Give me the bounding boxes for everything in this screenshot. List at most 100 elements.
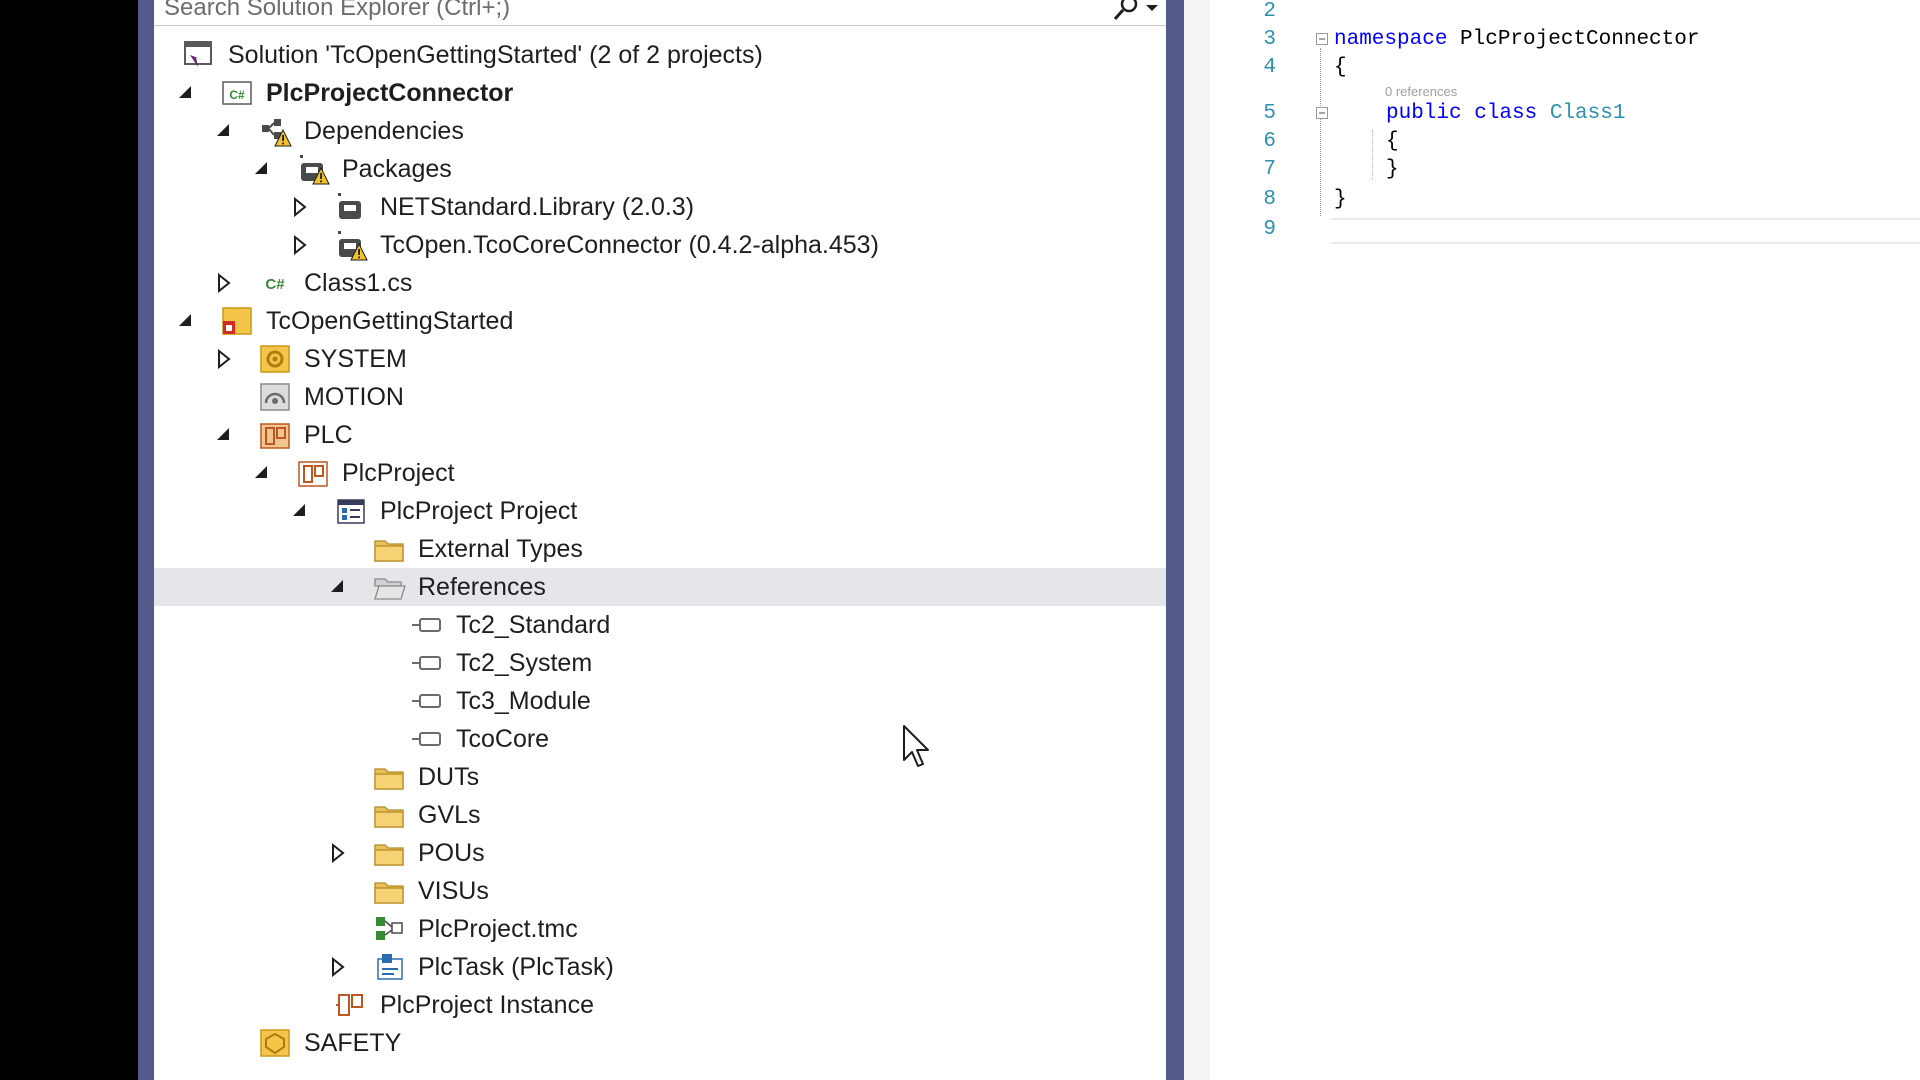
chevron-down-icon[interactable] xyxy=(1142,0,1162,20)
tree-item-duts[interactable]: DUTs xyxy=(154,758,1166,796)
line-number: 3 xyxy=(1263,28,1276,51)
tree-item-plc-project-tmc[interactable]: PlcProject.tmc xyxy=(154,910,1166,948)
folder-icon xyxy=(374,540,404,562)
tree-item-solution[interactable]: Solution 'TcOpenGettingStarted' (2 of 2 … xyxy=(154,36,1166,74)
tree-item-label: TcOpenGettingStarted xyxy=(266,307,514,335)
code-text: { xyxy=(1386,130,1399,153)
tree-item-visus[interactable]: VISUs xyxy=(154,872,1166,910)
library-reference-icon xyxy=(411,656,441,670)
code-text: } xyxy=(1334,188,1347,211)
svg-text:C#: C# xyxy=(229,88,245,102)
mouse-pointer-icon xyxy=(903,725,929,767)
line-number: 2 xyxy=(1263,0,1276,23)
code-keyword: public class xyxy=(1386,102,1538,125)
collapsed-arrow-icon[interactable] xyxy=(290,235,310,255)
tree-item-label: Tc3_Module xyxy=(456,687,591,715)
folder-icon xyxy=(374,768,404,790)
tree-item-plc[interactable]: PLC xyxy=(154,416,1166,454)
collapsed-arrow-icon[interactable] xyxy=(328,843,348,863)
tree-item-motion[interactable]: MOTION xyxy=(154,378,1166,416)
tree-item-pous[interactable]: POUs xyxy=(154,834,1166,872)
expanded-arrow-icon[interactable] xyxy=(328,577,348,597)
plc-task-icon xyxy=(377,954,403,980)
tree-item-plc-project[interactable]: PlcProject xyxy=(154,454,1166,492)
collapsed-arrow-icon[interactable] xyxy=(214,273,234,293)
tree-item-label: NETStandard.Library (2.0.3) xyxy=(380,193,695,221)
tree-item-plc-task[interactable]: PlcTask (PlcTask) xyxy=(154,948,1166,986)
code-line: 7 } xyxy=(1210,156,1920,184)
editor-margin xyxy=(1184,0,1210,1080)
tree-item-netstandard-library[interactable]: NETStandard.Library (2.0.3) xyxy=(154,188,1166,226)
line-number: 7 xyxy=(1263,158,1276,181)
tree-item-external-types[interactable]: External Types xyxy=(154,530,1166,568)
codelens-references[interactable]: 0 references xyxy=(1385,84,1457,99)
expanded-arrow-icon[interactable] xyxy=(252,159,272,179)
expanded-arrow-icon[interactable] xyxy=(252,463,272,483)
tree-item-label: Class1.cs xyxy=(304,269,413,297)
collapsed-arrow-icon[interactable] xyxy=(328,957,348,977)
library-reference-icon xyxy=(411,694,441,708)
tree-item-label: PLC xyxy=(304,421,353,449)
expanded-arrow-icon[interactable] xyxy=(290,501,310,521)
tree-item-packages[interactable]: Packages xyxy=(154,150,1166,188)
tree-item-safety[interactable]: SAFETY xyxy=(154,1024,1166,1062)
tree-item-label: GVLs xyxy=(418,801,481,829)
tree-item-plc-project-instance[interactable]: PlcProject Instance xyxy=(154,986,1166,1024)
plc-instance-icon xyxy=(336,994,363,1016)
collapsed-arrow-icon[interactable] xyxy=(290,197,310,217)
svg-text:C#: C# xyxy=(265,276,285,293)
tree-item-tcocore[interactable]: TcoCore xyxy=(154,720,1166,758)
tree-item-tc3-module[interactable]: Tc3_Module xyxy=(154,682,1166,720)
packages-warning-icon xyxy=(300,155,330,185)
code-line: 2 xyxy=(1210,0,1920,26)
code-line: 4 { xyxy=(1210,54,1920,82)
expanded-arrow-icon[interactable] xyxy=(176,83,196,103)
tree-item-label: Solution 'TcOpenGettingStarted' (2 of 2 … xyxy=(228,41,763,69)
collapsed-arrow-icon[interactable] xyxy=(214,349,234,369)
window-frame-left xyxy=(138,0,154,1080)
line-number: 9 xyxy=(1263,218,1276,241)
tree-item-label: PlcProject xyxy=(342,459,455,487)
code-editor[interactable]: 2 3 namespace PlcProjectConnector 4 { 0 … xyxy=(1210,0,1920,1080)
tree-item-label: PlcProject Project xyxy=(380,497,578,525)
collapse-icon[interactable] xyxy=(1316,107,1328,119)
tree-item-label: DUTs xyxy=(418,763,480,791)
tree-item-class1-cs[interactable]: C# Class1.cs xyxy=(154,264,1166,302)
plc-project-project-icon xyxy=(337,499,365,524)
collapse-icon[interactable] xyxy=(1316,33,1328,45)
expanded-arrow-icon[interactable] xyxy=(214,425,234,445)
tree-item-label: Packages xyxy=(342,155,452,183)
tree-item-tcocore-connector-package[interactable]: TcOpen.TcoCoreConnector (0.4.2-alpha.453… xyxy=(154,226,1166,264)
code-line: 5 public class Class1 xyxy=(1210,100,1920,128)
code-text: { xyxy=(1334,56,1347,79)
tree-item-label: TcOpen.TcoCoreConnector (0.4.2-alpha.453… xyxy=(380,231,879,259)
plc-project-icon xyxy=(298,461,328,487)
tree-item-tc-open-getting-started[interactable]: TcOpenGettingStarted xyxy=(154,302,1166,340)
desktop-background xyxy=(0,0,138,1080)
tree-item-label: PlcProject.tmc xyxy=(418,915,578,943)
tree-item-gvls[interactable]: GVLs xyxy=(154,796,1166,834)
tree-item-plc-project-connector[interactable]: C# PlcProjectConnector xyxy=(154,74,1166,112)
tree-item-label: PlcTask (PlcTask) xyxy=(418,953,614,981)
tree-item-tc2-standard[interactable]: Tc2_Standard xyxy=(154,606,1166,644)
expanded-arrow-icon[interactable] xyxy=(214,121,234,141)
expanded-arrow-icon[interactable] xyxy=(176,311,196,331)
solution-explorer: Solution 'TcOpenGettingStarted' (2 of 2 … xyxy=(154,0,1166,1080)
search-box xyxy=(154,0,1166,26)
tree-item-plc-project-project[interactable]: PlcProject Project xyxy=(154,492,1166,530)
code-line: 6 { xyxy=(1210,128,1920,156)
tree-item-label: External Types xyxy=(418,535,583,563)
line-number: 8 xyxy=(1263,188,1276,211)
tree-item-tc2-system[interactable]: Tc2_System xyxy=(154,644,1166,682)
tree-item-references[interactable]: References xyxy=(154,568,1166,606)
folder-icon xyxy=(374,882,404,904)
line-number: 5 xyxy=(1263,102,1276,125)
code-identifier: PlcProjectConnector xyxy=(1447,28,1700,51)
code-keyword: namespace xyxy=(1334,28,1448,51)
search-input[interactable] xyxy=(164,0,1094,24)
tree-item-system[interactable]: SYSTEM xyxy=(154,340,1166,378)
search-icon[interactable] xyxy=(1108,0,1142,22)
tree-item-dependencies[interactable]: Dependencies xyxy=(154,112,1166,150)
tree-item-label: Tc2_Standard xyxy=(456,611,611,639)
line-number: 6 xyxy=(1263,130,1276,153)
